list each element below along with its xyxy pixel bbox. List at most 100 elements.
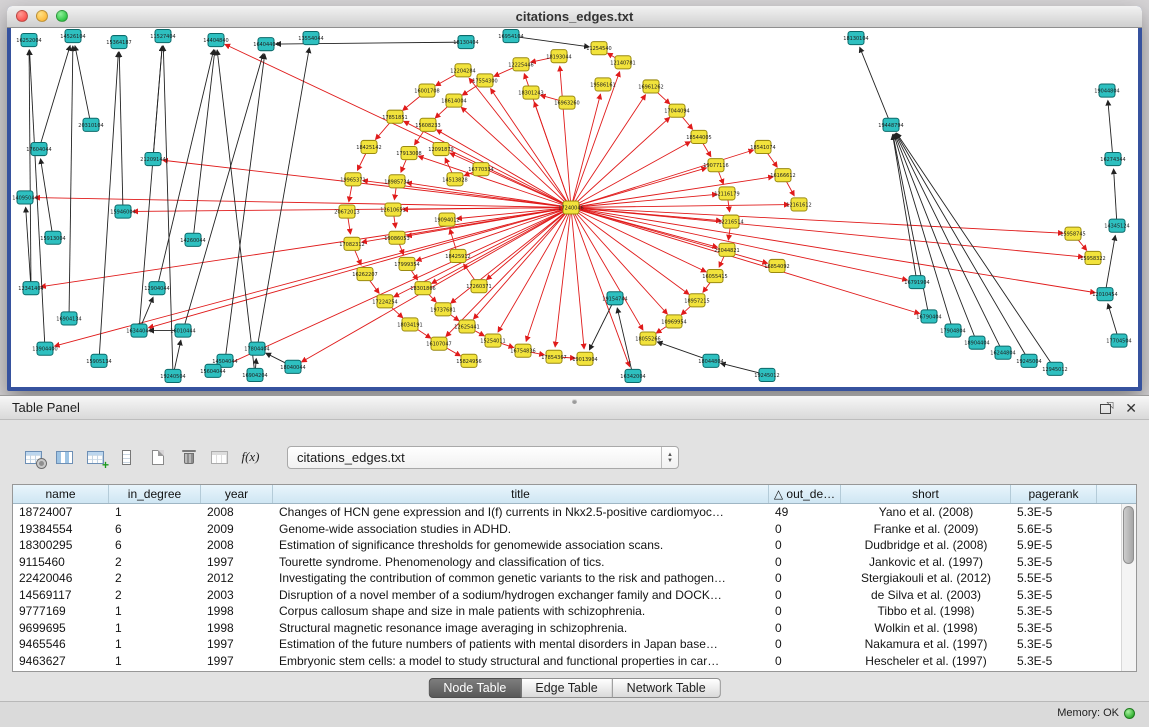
graph-edge[interactable]: [183, 54, 263, 331]
graph-node[interactable]: 19086053: [384, 231, 409, 244]
graph-node[interactable]: 17260371: [466, 280, 491, 293]
cell-year[interactable]: 2008: [201, 538, 273, 552]
cell-short[interactable]: Stergiakouli et al. (2012): [841, 571, 1011, 585]
cell-in_degree[interactable]: 1: [109, 505, 201, 519]
cell-pagerank[interactable]: 5.6E-5: [1011, 522, 1097, 536]
graph-edge[interactable]: [69, 46, 73, 318]
graph-node[interactable]: 19245012: [754, 368, 779, 381]
graph-node[interactable]: 17044094: [664, 104, 689, 117]
graph-node[interactable]: 11254540: [586, 42, 611, 55]
column-header-short[interactable]: short: [841, 485, 1011, 503]
graph-node[interactable]: 18130404: [453, 36, 478, 49]
cell-pagerank[interactable]: 5.3E-5: [1011, 637, 1097, 651]
table-settings-button[interactable]: [20, 444, 47, 470]
cell-title[interactable]: Changes of HCN gene expression and I(f) …: [273, 505, 769, 519]
cell-year[interactable]: 1997: [201, 637, 273, 651]
graph-node[interactable]: 14095044: [12, 191, 37, 204]
graph-edge[interactable]: [571, 94, 600, 207]
graph-node[interactable]: 16166612: [770, 169, 795, 182]
graph-node[interactable]: 17913008: [396, 146, 421, 159]
graph-edge[interactable]: [469, 78, 571, 207]
graph-edge[interactable]: [29, 50, 31, 288]
cell-short[interactable]: Yano et al. (2008): [841, 505, 1011, 519]
graph-node[interactable]: 13904400: [32, 342, 57, 355]
vertical-scrollbar[interactable]: [1121, 504, 1136, 671]
cell-pagerank[interactable]: 5.3E-5: [1011, 621, 1097, 635]
graph-node[interactable]: 20310104: [78, 118, 103, 131]
cell-in_degree[interactable]: 1: [109, 604, 201, 618]
cell-short[interactable]: Wolkin et al. (1998): [841, 621, 1011, 635]
column-header-pagerank[interactable]: pagerank: [1011, 485, 1097, 503]
tab-network-table[interactable]: Network Table: [613, 678, 721, 698]
cell-short[interactable]: de Silva et al. (2003): [841, 588, 1011, 602]
create-column-button[interactable]: [113, 444, 140, 470]
cell-short[interactable]: Nakamura et al. (1997): [841, 637, 1011, 651]
graph-node[interactable]: 18425142: [356, 140, 381, 153]
graph-edge[interactable]: [896, 133, 1029, 360]
cell-title[interactable]: Investigating the contribution of common…: [273, 571, 769, 585]
table-row[interactable]: 1830029562008Estimation of significance …: [13, 537, 1121, 554]
graph-node[interactable]: 16010444: [170, 324, 195, 337]
cell-year[interactable]: 1997: [201, 555, 273, 569]
cell-year[interactable]: 2009: [201, 522, 273, 536]
cell-name[interactable]: 9465546: [13, 637, 109, 651]
cell-title[interactable]: Structural magnetic resonance image aver…: [273, 621, 769, 635]
graph-edge[interactable]: [571, 208, 1083, 257]
table-row[interactable]: 946554611997Estimation of the future num…: [13, 636, 1121, 653]
graph-node[interactable]: 17904804: [940, 324, 965, 337]
graph-edge[interactable]: [193, 50, 215, 240]
cell-in_degree[interactable]: 6: [109, 522, 201, 536]
cell-year[interactable]: 2003: [201, 588, 273, 602]
graph-node[interactable]: 15946004: [110, 205, 135, 218]
graph-edge[interactable]: [217, 50, 255, 375]
graph-edge[interactable]: [897, 133, 1055, 369]
graph-node[interactable]: 16342004: [620, 369, 645, 382]
graph-node[interactable]: 12610651: [380, 203, 405, 216]
graph-node[interactable]: 20672013: [334, 205, 359, 218]
cell-out_degree[interactable]: 49: [769, 505, 841, 519]
graph-edge[interactable]: [446, 208, 571, 337]
column-chooser-button[interactable]: [51, 444, 78, 470]
graph-node[interactable]: 18034191: [397, 318, 422, 331]
graph-node[interactable]: 10969954: [661, 315, 686, 328]
citation-graph[interactable]: 1724004618193044122254461755430018614004…: [11, 28, 1138, 387]
cell-name[interactable]: 19384554: [13, 522, 109, 536]
graph-node[interactable]: 12945012: [1042, 362, 1067, 375]
graph-edge[interactable]: [571, 208, 1063, 234]
cell-name[interactable]: 18724007: [13, 505, 109, 519]
cell-in_degree[interactable]: 1: [109, 637, 201, 651]
graph-node[interactable]: 16001708: [414, 84, 439, 97]
cell-pagerank[interactable]: 5.3E-5: [1011, 555, 1097, 569]
cell-short[interactable]: Jankovic et al. (1997): [841, 555, 1011, 569]
graph-node[interactable]: 12904044: [144, 282, 169, 295]
window-titlebar[interactable]: citations_edges.txt: [7, 6, 1142, 28]
graph-node[interactable]: 16904134: [56, 312, 81, 325]
table-row[interactable]: 946362711997Embryonic stem cells: a mode…: [13, 653, 1121, 670]
cell-in_degree[interactable]: 2: [109, 555, 201, 569]
graph-node[interactable]: 16274344: [1100, 153, 1125, 166]
graph-edge[interactable]: [571, 177, 773, 208]
cell-title[interactable]: Estimation of the future numbers of pati…: [273, 637, 769, 651]
cell-pagerank[interactable]: 5.3E-5: [1011, 654, 1097, 668]
column-header-name[interactable]: name: [13, 485, 109, 503]
graph-node[interactable]: 19044804: [1094, 84, 1119, 97]
graph-node[interactable]: 21209144: [140, 153, 165, 166]
float-panel-icon[interactable]: ◹: [1100, 402, 1113, 414]
graph-edge[interactable]: [526, 208, 571, 342]
cell-pagerank[interactable]: 5.5E-5: [1011, 571, 1097, 585]
graph-edge[interactable]: [75, 46, 91, 125]
graph-edge[interactable]: [571, 208, 584, 349]
import-table-button[interactable]: +: [82, 444, 109, 470]
graph-node[interactable]: 15958322: [1080, 251, 1105, 264]
cell-out_degree[interactable]: 0: [769, 637, 841, 651]
graph-edge[interactable]: [555, 208, 571, 347]
graph-node[interactable]: 19013904: [572, 352, 597, 365]
graph-edge[interactable]: [589, 298, 615, 349]
zoom-window-button[interactable]: [56, 10, 68, 22]
graph-node[interactable]: 15905134: [86, 354, 111, 367]
graph-node[interactable]: 12216514: [718, 215, 743, 228]
graph-node[interactable]: 18614004: [441, 94, 466, 107]
graph-node[interactable]: 12116179: [714, 187, 739, 200]
cell-short[interactable]: Tibbo et al. (1998): [841, 604, 1011, 618]
graph-node[interactable]: 17854367: [541, 350, 566, 363]
